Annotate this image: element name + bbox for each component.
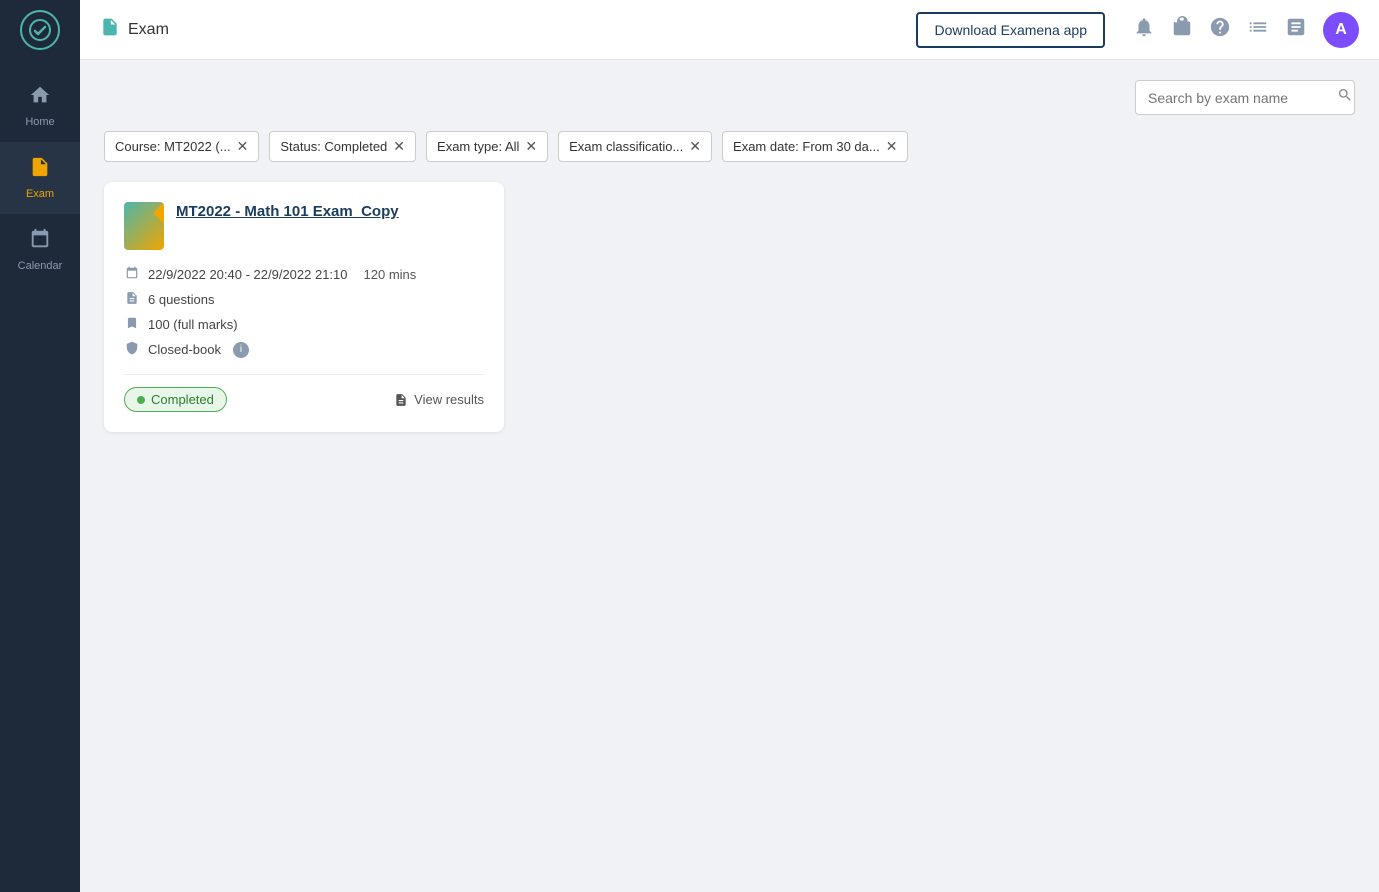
main-content: Exam Download Examena app [80,0,1379,892]
filter-course-label: Course: MT2022 (... [115,139,231,154]
filter-exam-type-clear[interactable]: ✕ [525,138,537,155]
topbar-icons: A [1133,12,1359,48]
search-icon [1337,87,1353,108]
filter-exam-type[interactable]: Exam type: All ✕ [426,131,548,162]
download-button[interactable]: Download Examena app [916,12,1105,48]
briefcase-icon[interactable] [1171,16,1193,44]
card-footer: Completed View results [124,374,484,412]
search-row [104,80,1355,115]
sidebar-item-exam[interactable]: Exam [0,142,80,214]
status-label: Completed [151,392,214,407]
search-input[interactable] [1148,90,1329,106]
list-icon[interactable] [1247,16,1269,44]
content-area: Course: MT2022 (... ✕ Status: Completed … [80,60,1379,892]
filter-status-clear[interactable]: ✕ [393,138,405,155]
filter-date-clear[interactable]: ✕ [886,138,898,155]
exam-marks: 100 (full marks) [148,317,238,332]
exam-date-row: 22/9/2022 20:40 - 22/9/2022 21:10 120 mi… [124,266,484,283]
exam-card-header: MT2022 - Math 101 Exam_Copy [124,202,484,250]
notification-icon[interactable] [1133,16,1155,44]
questions-icon [124,291,140,308]
sidebar-navigation: Home Exam Calendar [0,70,80,286]
book-icon [124,341,140,358]
filter-classification[interactable]: Exam classificatio... ✕ [558,131,712,162]
home-icon [29,84,51,112]
exam-duration: 120 mins [364,267,417,282]
page-icon [100,17,120,42]
filters-row: Course: MT2022 (... ✕ Status: Completed … [104,131,1355,162]
exam-book-type: Closed-book [148,342,221,357]
info-icon[interactable]: i [233,342,249,358]
status-dot [137,396,145,404]
exam-questions-row: 6 questions [124,291,484,308]
search-box[interactable] [1135,80,1355,115]
sidebar: Home Exam Calendar [0,0,80,892]
sidebar-item-home[interactable]: Home [0,70,80,142]
sidebar-item-calendar[interactable]: Calendar [0,214,80,286]
page-title: Exam [128,21,169,39]
exam-thumbnail [124,202,164,250]
filter-exam-type-label: Exam type: All [437,139,519,154]
date-icon [124,266,140,283]
exam-icon [29,156,51,184]
page-title-area: Exam [100,17,169,42]
exam-questions: 6 questions [148,292,215,307]
exam-title[interactable]: MT2022 - Math 101 Exam_Copy [176,202,399,222]
exam-date: 22/9/2022 20:40 - 22/9/2022 21:10 [148,267,348,282]
view-results-label: View results [414,392,484,407]
exam-book-type-row: Closed-book i [124,341,484,358]
filter-classification-label: Exam classificatio... [569,139,683,154]
filter-status-label: Status: Completed [280,139,387,154]
sidebar-logo [0,0,80,60]
status-badge: Completed [124,387,227,412]
document-icon[interactable] [1285,16,1307,44]
view-results-button[interactable]: View results [394,392,484,407]
home-label: Home [25,116,54,128]
exam-label: Exam [26,188,54,200]
help-icon[interactable] [1209,16,1231,44]
exam-details: 22/9/2022 20:40 - 22/9/2022 21:10 120 mi… [124,266,484,358]
calendar-label: Calendar [18,260,63,272]
filter-date-label: Exam date: From 30 da... [733,139,880,154]
user-avatar[interactable]: A [1323,12,1359,48]
logo-icon [20,10,60,50]
exam-marks-row: 100 (full marks) [124,316,484,333]
exam-card: MT2022 - Math 101 Exam_Copy 22/9/2022 20… [104,182,504,432]
filter-course[interactable]: Course: MT2022 (... ✕ [104,131,259,162]
topbar: Exam Download Examena app [80,0,1379,60]
filter-course-clear[interactable]: ✕ [237,138,249,155]
calendar-icon [29,228,51,256]
filter-classification-clear[interactable]: ✕ [689,138,701,155]
filter-date[interactable]: Exam date: From 30 da... ✕ [722,131,908,162]
filter-status[interactable]: Status: Completed ✕ [269,131,416,162]
marks-icon [124,316,140,333]
